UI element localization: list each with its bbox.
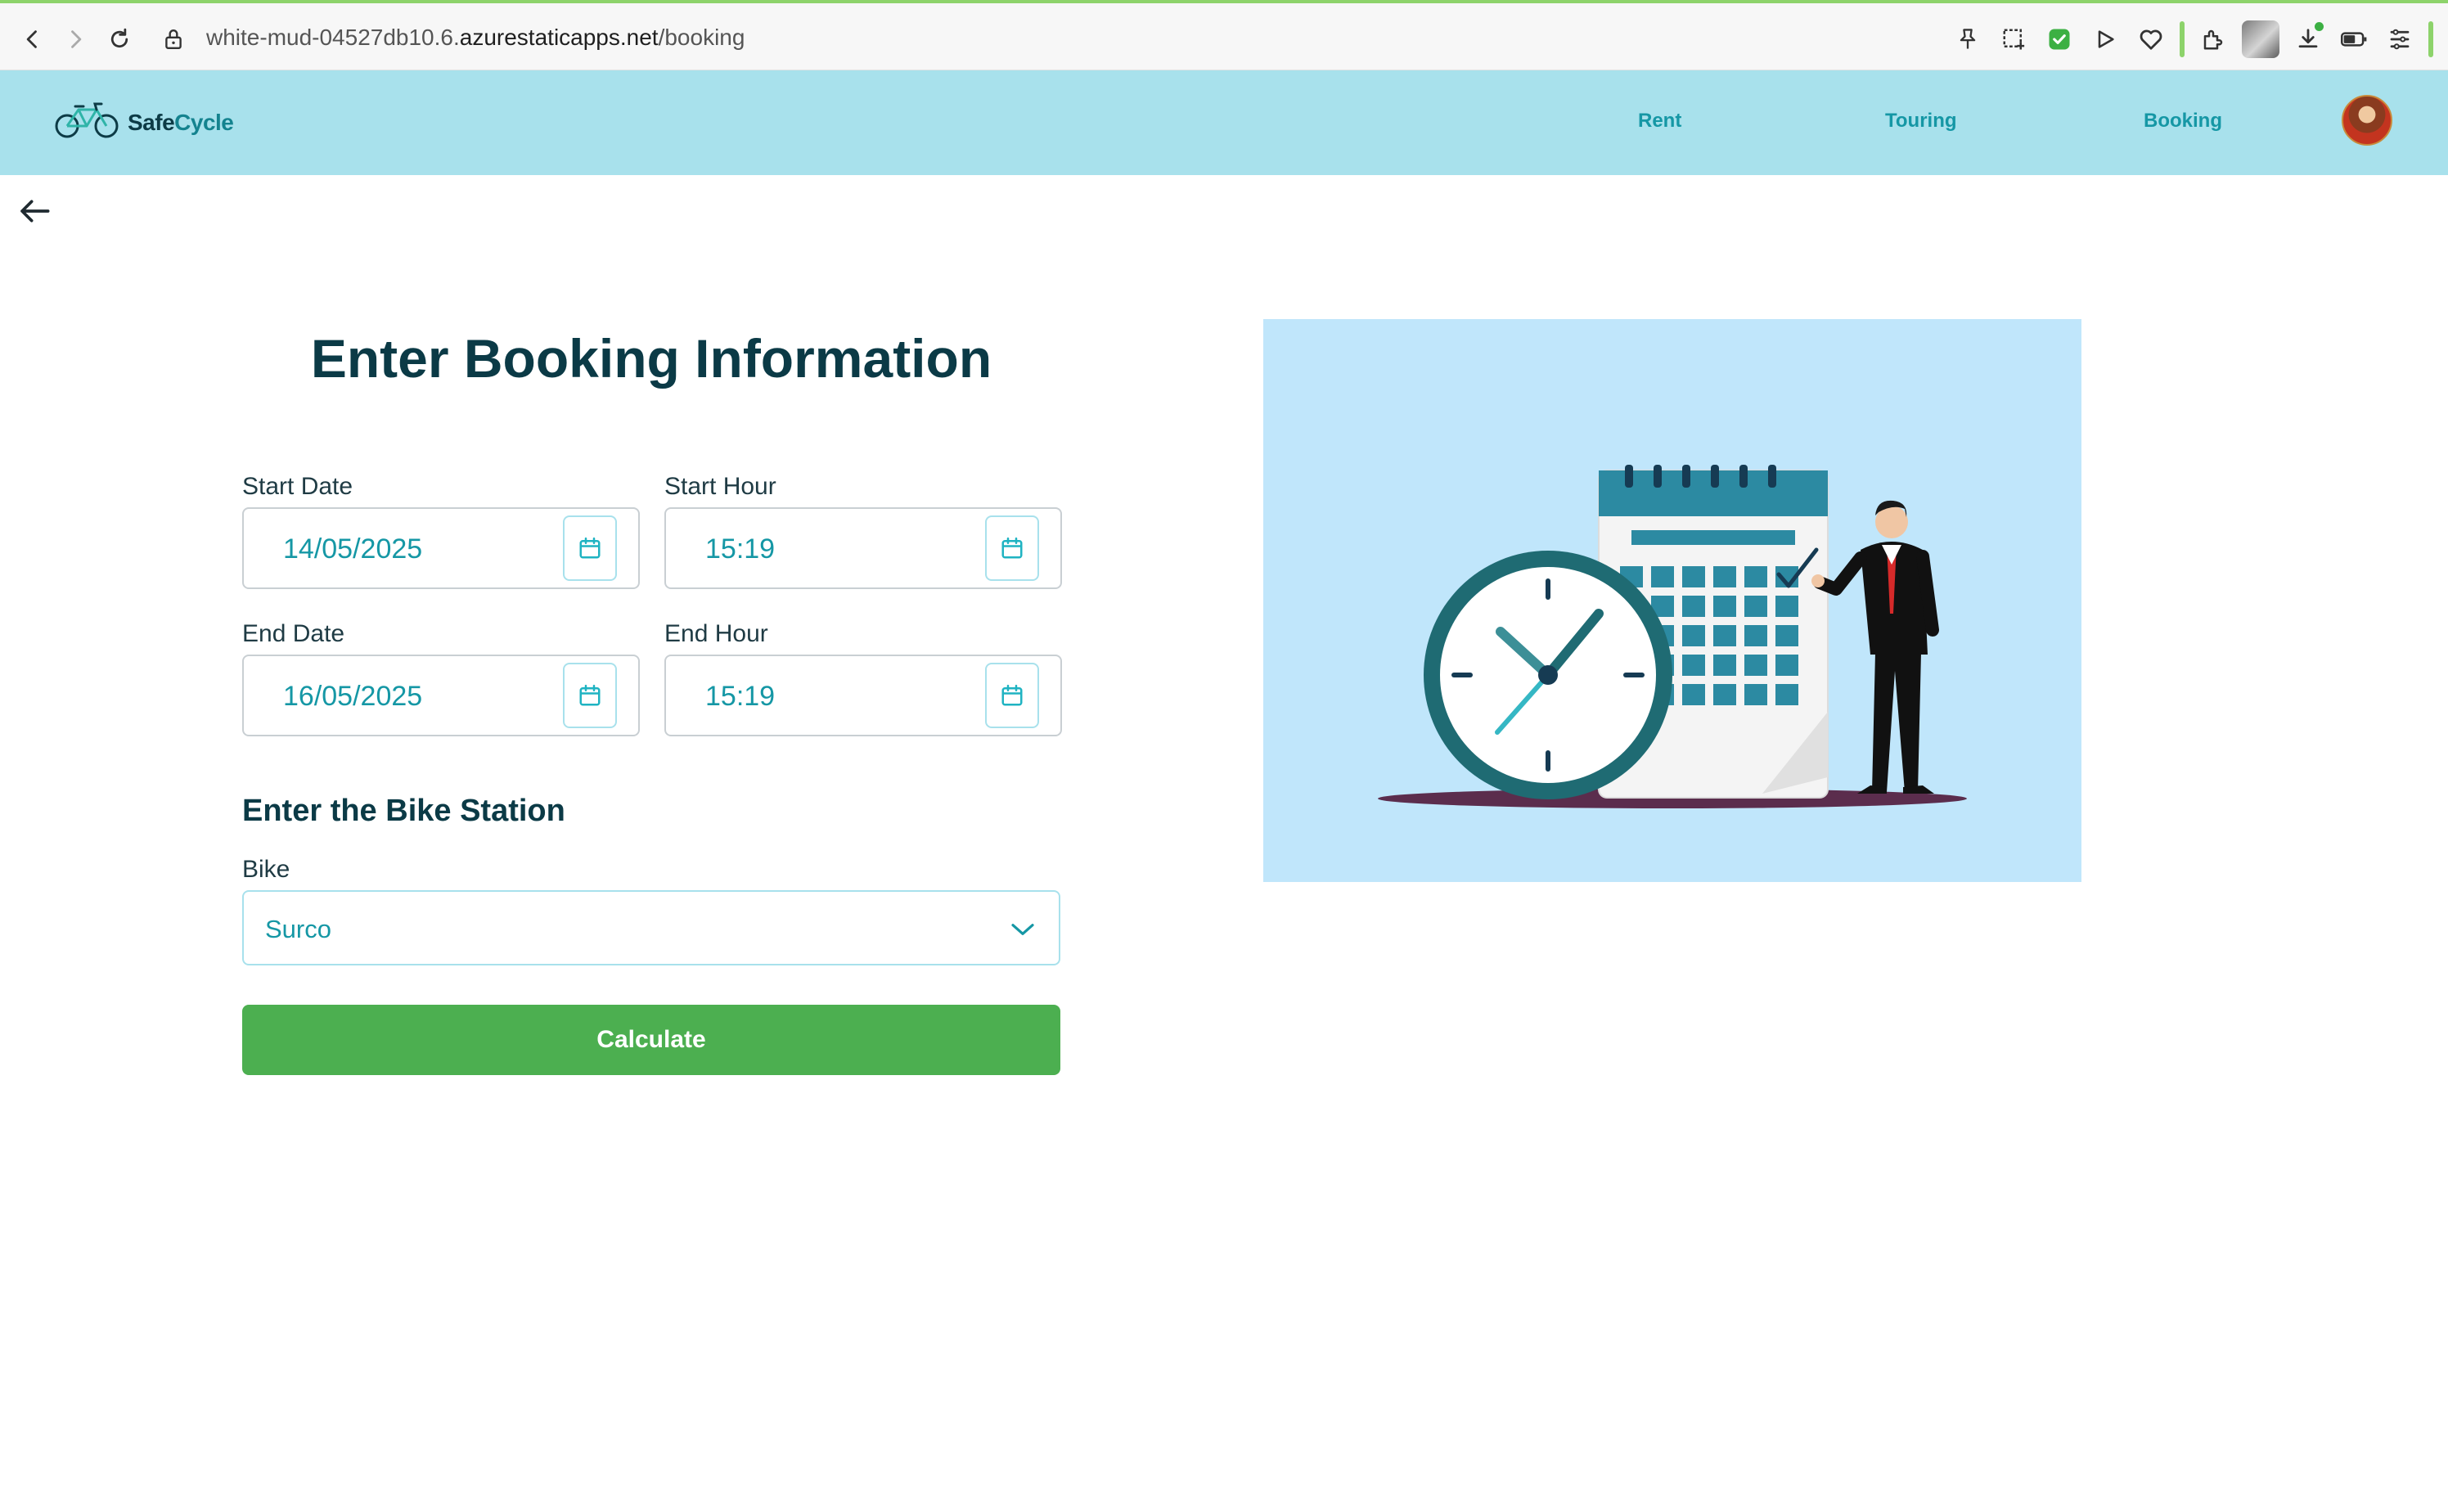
bicycle-icon xyxy=(54,100,119,145)
end-date-field[interactable]: 16/05/2025 xyxy=(242,655,640,736)
end-date-value: 16/05/2025 xyxy=(283,681,423,712)
station-section-title: Enter the Bike Station xyxy=(242,794,565,828)
end-hour-label: End Hour xyxy=(664,620,768,647)
avatar[interactable] xyxy=(2242,20,2279,58)
nav-link-booking[interactable]: Booking xyxy=(2144,110,2222,133)
shield-icon[interactable] xyxy=(2042,22,2077,56)
calculate-button[interactable]: Calculate xyxy=(242,1005,1060,1075)
browser-toolbar: white-mud-04527db10.6.azurestaticapps.ne… xyxy=(0,0,2448,70)
arrow-left-icon[interactable] xyxy=(15,191,54,231)
address-bar[interactable]: white-mud-04527db10.6.azurestaticapps.ne… xyxy=(206,25,745,51)
screenshot-icon[interactable] xyxy=(1996,22,2031,56)
brand-logo[interactable]: SafeCycle xyxy=(54,100,234,145)
booking-illustration xyxy=(1263,319,2081,882)
start-hour-label: Start Hour xyxy=(664,473,776,500)
play-icon[interactable] xyxy=(2088,22,2122,56)
nav-link-touring[interactable]: Touring xyxy=(1885,110,1957,133)
battery-icon[interactable] xyxy=(2337,22,2371,56)
chevron-down-icon[interactable] xyxy=(1006,913,1039,946)
calendar-icon[interactable] xyxy=(985,515,1039,581)
calendar-icon[interactable] xyxy=(985,663,1039,728)
nav-link-rent[interactable]: Rent xyxy=(1638,110,1681,133)
end-hour-field[interactable]: 15:19 xyxy=(664,655,1062,736)
end-date-label: End Date xyxy=(242,620,345,647)
download-icon[interactable] xyxy=(2291,22,2325,56)
brand-name: SafeCycle xyxy=(128,109,234,135)
bike-label: Bike xyxy=(242,856,290,883)
heart-icon[interactable] xyxy=(2134,22,2168,56)
reload-icon[interactable] xyxy=(101,21,137,57)
start-hour-value: 15:19 xyxy=(705,533,776,565)
divider xyxy=(2180,21,2185,57)
page-title: Enter Booking Information xyxy=(310,328,992,389)
app-navbar: SafeCycle Rent Touring Booking xyxy=(0,70,2448,175)
bike-select[interactable]: Surco xyxy=(242,890,1060,965)
start-hour-field[interactable]: 15:19 xyxy=(664,507,1062,589)
start-date-value: 14/05/2025 xyxy=(283,533,423,565)
forward-icon[interactable] xyxy=(57,21,93,57)
bike-select-value: Surco xyxy=(265,915,331,943)
start-date-label: Start Date xyxy=(242,473,353,500)
menu-icon[interactable] xyxy=(2383,22,2417,56)
end-hour-value: 15:19 xyxy=(705,681,776,712)
back-icon[interactable] xyxy=(15,21,51,57)
calendar-icon[interactable] xyxy=(563,515,617,581)
profile-avatar[interactable] xyxy=(2342,95,2392,146)
divider xyxy=(2428,21,2433,57)
extensions-icon[interactable] xyxy=(2196,22,2230,56)
start-date-field[interactable]: 14/05/2025 xyxy=(242,507,640,589)
lock-icon[interactable] xyxy=(155,21,191,57)
calendar-icon[interactable] xyxy=(563,663,617,728)
pin-icon[interactable] xyxy=(1951,22,1985,56)
